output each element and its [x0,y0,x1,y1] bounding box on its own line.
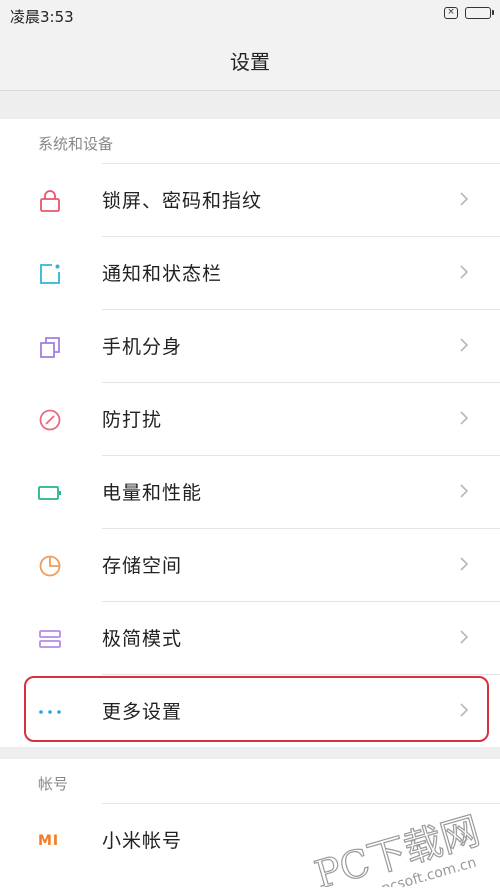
chevron-right-icon [460,192,469,206]
settings-item-label: 手机分身 [102,336,183,358]
settings-item-label: 存储空间 [102,555,183,577]
chevron-right-icon [460,411,469,425]
settings-item-label: 小米帐号 [102,830,183,852]
section-header: 帐号 [0,759,500,803]
settings-item-lock-screen[interactable]: 锁屏、密码和指纹 [0,163,500,236]
settings-item-label: 防打扰 [102,409,163,431]
clone-icon [40,337,60,358]
section-title: 系统和设备 [38,135,114,153]
section-title: 帐号 [38,775,69,793]
chevron-right-icon [460,338,469,352]
settings-item-label: 电量和性能 [102,482,203,504]
page-title: 设置 [230,50,270,74]
lock-icon [40,190,60,212]
spacer [0,747,500,759]
chevron-right-icon [460,557,469,571]
app-header: 设置 [0,30,500,91]
divider [102,455,500,456]
divider [102,674,500,675]
status-time: 凌晨3:53 [10,8,74,26]
more-dots-icon [39,710,61,714]
mi-logo-icon: MI [38,833,60,849]
settings-item-minimal-mode[interactable]: 极简模式 [0,601,500,674]
chevron-right-icon [460,703,469,717]
notification-icon: × [444,7,458,19]
chevron-right-icon [460,630,469,644]
section-header: 系统和设备 [0,119,500,163]
divider [102,803,500,804]
section-system-devices: 系统和设备 锁屏、密码和指纹 通知和状态栏 手机分身 防打扰 电量和性能 存储空… [0,119,500,747]
spacer [0,91,500,119]
do-not-disturb-icon [39,409,61,431]
battery-status-icon [465,7,494,19]
divider [102,236,500,237]
settings-item-more-settings[interactable]: 更多设置 [0,674,500,747]
chevron-right-icon [460,265,469,279]
section-account: 帐号 MI 小米帐号 [0,759,500,889]
settings-item-notifications[interactable]: 通知和状态栏 [0,236,500,309]
minimal-mode-icon [39,630,61,648]
divider [102,309,500,310]
notification-icon [40,264,60,284]
settings-item-do-not-disturb[interactable]: 防打扰 [0,382,500,455]
battery-icon [38,486,61,500]
settings-item-mi-account[interactable]: MI 小米帐号 [0,803,500,876]
settings-item-label: 更多设置 [102,701,183,723]
chevron-right-icon [460,484,469,498]
settings-item-label: 极简模式 [102,628,183,650]
divider [102,382,500,383]
settings-item-label: 锁屏、密码和指纹 [102,190,263,212]
chevron-right-icon [460,832,469,846]
divider [102,528,500,529]
divider [102,601,500,602]
status-bar: 凌晨3:53 × [0,0,500,30]
divider [102,163,500,164]
settings-item-second-space[interactable]: 手机分身 [0,309,500,382]
settings-item-storage[interactable]: 存储空间 [0,528,500,601]
storage-pie-icon [39,555,61,577]
settings-item-battery-performance[interactable]: 电量和性能 [0,455,500,528]
settings-item-label: 通知和状态栏 [102,263,223,285]
